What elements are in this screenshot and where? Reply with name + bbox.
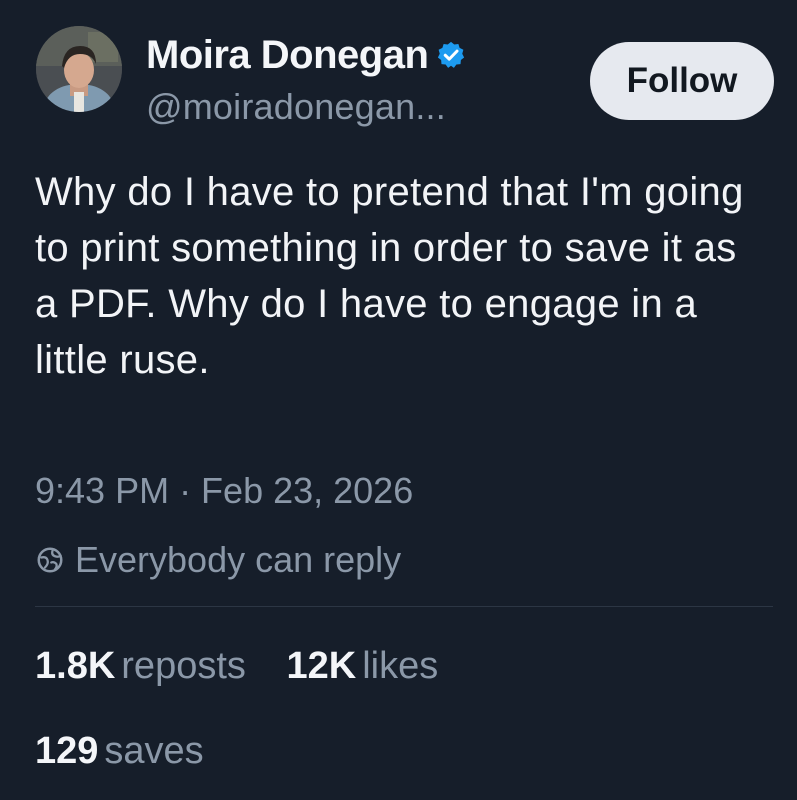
reposts-stat[interactable]: 1.8K reposts [35, 645, 246, 688]
name-row: Moira Donegan [146, 32, 466, 78]
likes-count: 12K [286, 645, 357, 687]
reply-setting: Everybody can reply [35, 538, 401, 582]
engagement-stats: 1.8K reposts 12K likes [35, 645, 468, 688]
avatar-image [36, 26, 122, 112]
reposts-label: reposts [121, 645, 246, 687]
tweet-text: Why do I have to pretend that I'm going … [35, 170, 744, 382]
user-handle[interactable]: @moiradonegan... [146, 86, 446, 128]
likes-label: likes [362, 645, 439, 687]
tweet-header: Moira Donegan @moiradonegan... Follow [36, 26, 776, 128]
likes-stat[interactable]: 12K likes [286, 645, 438, 688]
verified-badge-icon [438, 41, 465, 68]
reposts-count: 1.8K [35, 645, 116, 687]
saves-stat[interactable]: 129 saves [35, 730, 204, 773]
divider [35, 606, 773, 607]
engagement-stats-secondary: 129 saves [35, 730, 234, 773]
follow-button[interactable]: Follow [590, 42, 774, 120]
saves-count: 129 [35, 730, 99, 772]
display-name[interactable]: Moira Donegan [146, 33, 429, 78]
avatar[interactable] [36, 26, 122, 112]
reply-setting-label: Everybody can reply [75, 539, 402, 580]
globe-reply-icon [37, 547, 63, 573]
saves-label: saves [104, 730, 204, 772]
tweet-timestamp[interactable]: 9:43 PM · Feb 23, 2026 [35, 470, 413, 512]
